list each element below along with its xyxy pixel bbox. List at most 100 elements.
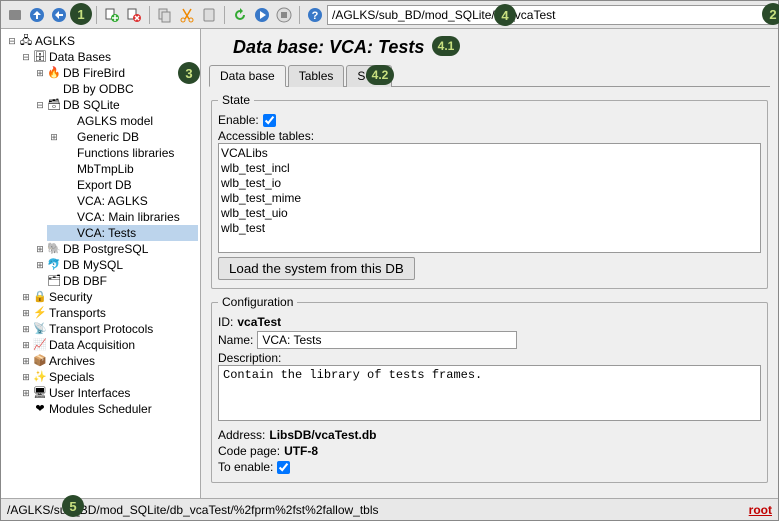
- blank-icon: [61, 194, 75, 208]
- tree-label: DB PostgreSQL: [63, 241, 148, 257]
- tree-label: Data Acquisition: [49, 337, 135, 353]
- status-bar: /AGLKS/sub_BD/mod_SQLite/db_vcaTest/%2fp…: [1, 498, 778, 520]
- delete-icon[interactable]: [124, 5, 144, 25]
- tab-bar: Data base Tables SQL: [209, 64, 770, 87]
- tables-listbox[interactable]: VCALibswlb_test_inclwlb_test_iowlb_test_…: [218, 143, 761, 253]
- collapse-icon[interactable]: ⊟: [35, 97, 45, 113]
- tree-db-mysql[interactable]: ⊞🐬DB MySQL: [33, 257, 198, 273]
- tree-label: Data Bases: [49, 49, 111, 65]
- tree-db-sqlite[interactable]: ⊟🗃DB SQLite: [33, 97, 198, 113]
- tree-modules-scheduler[interactable]: ❤Modules Scheduler: [19, 401, 198, 417]
- copy-icon[interactable]: [155, 5, 175, 25]
- table-row[interactable]: wlb_test_uio: [221, 206, 758, 221]
- tree-sqlite-child[interactable]: Functions libraries: [47, 145, 198, 161]
- stop-icon[interactable]: [274, 5, 294, 25]
- tree-sqlite-child[interactable]: Export DB: [47, 177, 198, 193]
- sqlite-icon: 🗃: [47, 98, 61, 112]
- expand-icon[interactable]: ⊞: [35, 65, 45, 81]
- tab-database[interactable]: Data base: [209, 65, 286, 87]
- table-row[interactable]: wlb_test_mime: [221, 191, 758, 206]
- expand-icon[interactable]: ⊞: [21, 305, 31, 321]
- tree-sqlite-child[interactable]: VCA: Tests: [47, 225, 198, 241]
- tree-label: Functions libraries: [77, 145, 174, 161]
- cut-icon[interactable]: [177, 5, 197, 25]
- tree-databases[interactable]: ⊟🗄Data Bases: [19, 49, 198, 65]
- tree-security[interactable]: ⊞🔒Security: [19, 289, 198, 305]
- expand-icon[interactable]: ⊞: [35, 241, 45, 257]
- tree-archives[interactable]: ⊞📦Archives: [19, 353, 198, 369]
- id-value: vcaTest: [237, 315, 281, 329]
- tree-sqlite-child[interactable]: MbTmpLib: [47, 161, 198, 177]
- table-row[interactable]: wlb_test: [221, 221, 758, 236]
- expand-icon[interactable]: ⊞: [21, 353, 31, 369]
- tree-db-odbc[interactable]: DB by ODBC: [33, 81, 198, 97]
- tree-user-interfaces[interactable]: ⊞🖥User Interfaces: [19, 385, 198, 401]
- tree-sqlite-child[interactable]: VCA: Main libraries: [47, 209, 198, 225]
- name-input[interactable]: [257, 331, 517, 349]
- tree-sqlite-child[interactable]: VCA: AGLKS: [47, 193, 198, 209]
- tree-db-postgresql[interactable]: ⊞🐘DB PostgreSQL: [33, 241, 198, 257]
- station-icon[interactable]: [5, 5, 25, 25]
- tree-label: DB by ODBC: [63, 81, 134, 97]
- tree-data-acquisition[interactable]: ⊞📈Data Acquisition: [19, 337, 198, 353]
- add-icon[interactable]: [102, 5, 122, 25]
- tab-body: State Enable: Accessible tables: VCALibs…: [209, 87, 770, 494]
- codepage-value: UTF-8: [284, 444, 318, 458]
- expand-icon[interactable]: ⊞: [49, 129, 59, 145]
- help-icon[interactable]: ?: [305, 5, 325, 25]
- table-row[interactable]: wlb_test_io: [221, 176, 758, 191]
- desc-label: Description:: [218, 351, 761, 365]
- load-system-button[interactable]: Load the system from this DB: [218, 257, 415, 280]
- blank-icon: [61, 226, 75, 240]
- back-icon[interactable]: [49, 5, 69, 25]
- protocol-icon: 📡: [33, 322, 47, 336]
- separator: [149, 6, 150, 24]
- up-icon[interactable]: [27, 5, 47, 25]
- expand-icon[interactable]: ⊞: [21, 321, 31, 337]
- paste-icon[interactable]: [199, 5, 219, 25]
- refresh-icon[interactable]: [230, 5, 250, 25]
- blank-icon: [61, 210, 75, 224]
- tree-sqlite-child[interactable]: ⊞ Generic DB: [47, 129, 198, 145]
- address-input[interactable]: [327, 5, 774, 25]
- tree-label: DB DBF: [63, 273, 107, 289]
- tree-sqlite-child[interactable]: AGLKS model: [47, 113, 198, 129]
- table-row[interactable]: VCALibs: [221, 146, 758, 161]
- collapse-icon[interactable]: ⊟: [7, 33, 17, 49]
- tree-label: Transports: [49, 305, 106, 321]
- expand-icon[interactable]: ⊞: [21, 289, 31, 305]
- tree-label: Export DB: [77, 177, 132, 193]
- lock-icon: 🔒: [33, 290, 47, 304]
- ui-icon: 🖥: [33, 386, 47, 400]
- config-fieldset: Configuration ID: vcaTest Name: Descript…: [211, 295, 768, 483]
- toenable-checkbox[interactable]: [277, 461, 290, 474]
- tree-label: Generic DB: [77, 129, 139, 145]
- state-fieldset: State Enable: Accessible tables: VCALibs…: [211, 93, 768, 289]
- postgresql-icon: 🐘: [47, 242, 61, 256]
- tree-specials[interactable]: ⊞✨Specials: [19, 369, 198, 385]
- tree-db-firebird[interactable]: ⊞🔥DB FireBird: [33, 65, 198, 81]
- forward-icon[interactable]: [71, 5, 91, 25]
- tree-db-dbf[interactable]: 🗂DB DBF: [33, 273, 198, 289]
- tab-sql[interactable]: SQL: [346, 65, 392, 87]
- collapse-icon[interactable]: ⊟: [21, 49, 31, 65]
- tree-label: DB SQLite: [63, 97, 120, 113]
- description-textarea[interactable]: Contain the library of tests frames.: [218, 365, 761, 421]
- specials-icon: ✨: [33, 370, 47, 384]
- db-icon: 🗄: [33, 50, 47, 64]
- expand-icon[interactable]: ⊞: [35, 257, 45, 273]
- expand-icon[interactable]: ⊞: [21, 337, 31, 353]
- enable-checkbox[interactable]: [263, 114, 276, 127]
- tree-root[interactable]: ⊟🖧AGLKS: [5, 33, 198, 49]
- expand-icon[interactable]: ⊞: [21, 385, 31, 401]
- status-user[interactable]: root: [749, 503, 772, 517]
- tree-transports[interactable]: ⊞⚡Transports: [19, 305, 198, 321]
- expand-icon[interactable]: ⊞: [21, 369, 31, 385]
- tree-transport-protocols[interactable]: ⊞📡Transport Protocols: [19, 321, 198, 337]
- id-label: ID:: [218, 315, 233, 329]
- tree-label: Security: [49, 289, 92, 305]
- content-panel: Data base: VCA: Tests Data base Tables S…: [201, 29, 778, 498]
- table-row[interactable]: wlb_test_incl: [221, 161, 758, 176]
- tab-tables[interactable]: Tables: [288, 65, 345, 87]
- run-icon[interactable]: [252, 5, 272, 25]
